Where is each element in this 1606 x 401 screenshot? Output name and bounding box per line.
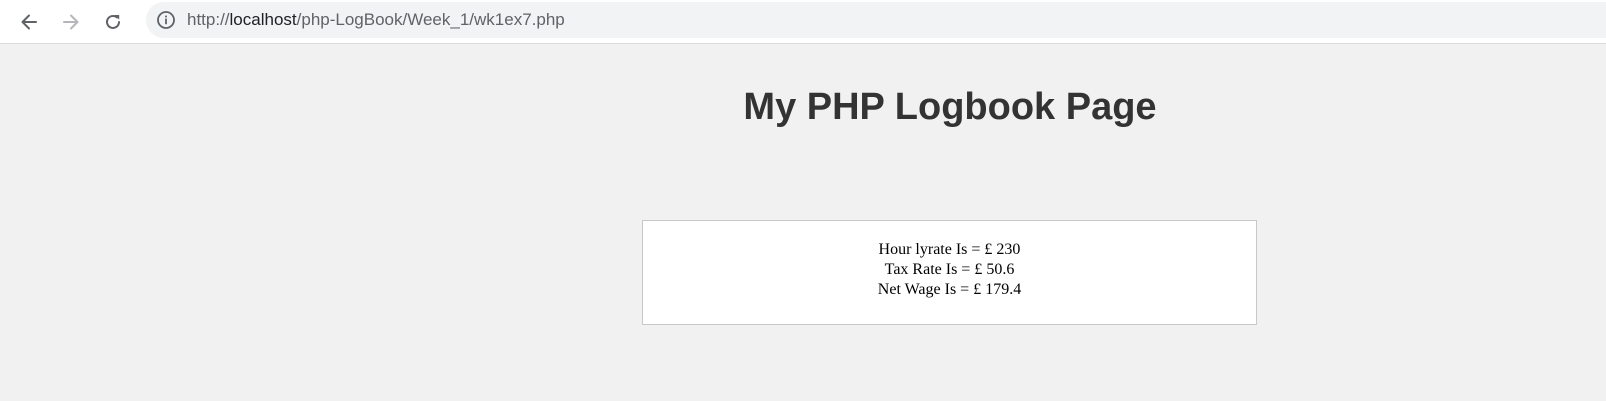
url-text: http://localhost/php-LogBook/Week_1/wk1e… xyxy=(187,10,565,30)
forward-button[interactable] xyxy=(54,5,88,39)
browser-toolbar: http://localhost/php-LogBook/Week_1/wk1e… xyxy=(0,0,1606,44)
back-button[interactable] xyxy=(12,5,46,39)
arrow-right-icon xyxy=(63,14,79,30)
url-scheme: http:// xyxy=(187,10,230,29)
page-title: My PHP Logbook Page xyxy=(743,86,1157,128)
page-content: My PHP Logbook Page Hour lyrate Is = £ 2… xyxy=(0,44,1606,401)
hourly-rate-line: Hour lyrate Is = £ 230 xyxy=(878,241,1021,258)
address-bar[interactable]: http://localhost/php-LogBook/Week_1/wk1e… xyxy=(146,2,1606,38)
info-icon[interactable] xyxy=(156,10,176,30)
result-box: Hour lyrate Is = £ 230 Tax Rate Is = £ 5… xyxy=(642,220,1257,325)
reload-button[interactable] xyxy=(96,5,130,39)
reload-icon xyxy=(106,14,120,29)
url-host: localhost xyxy=(229,10,297,29)
url-path: /php-LogBook/Week_1/wk1ex7.php xyxy=(296,10,565,29)
tax-rate-line: Tax Rate Is = £ 50.6 xyxy=(884,261,1015,278)
net-wage-line: Net Wage Is = £ 179.4 xyxy=(877,281,1022,298)
arrow-left-icon xyxy=(21,14,37,30)
